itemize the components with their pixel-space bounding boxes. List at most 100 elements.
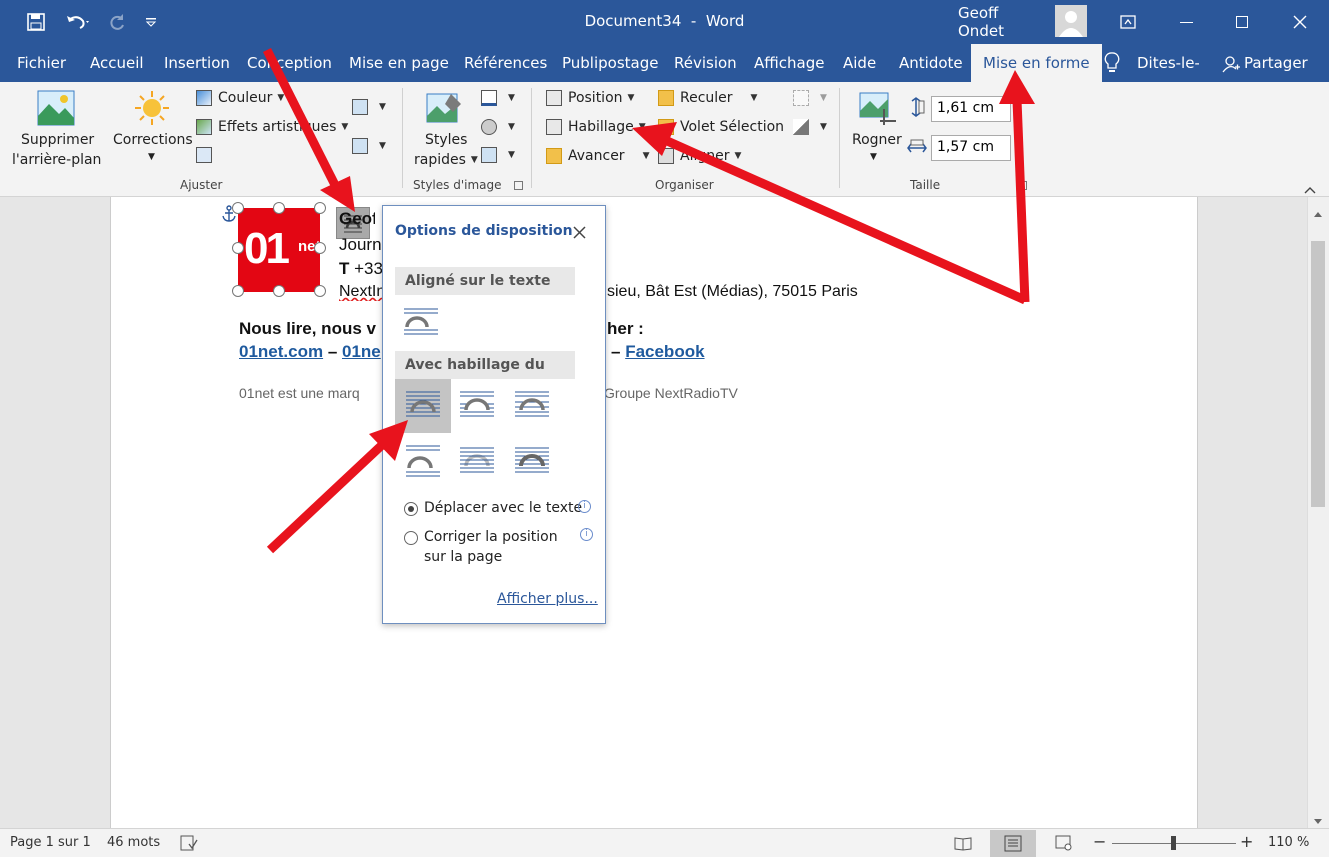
info-icon[interactable]: i: [578, 500, 591, 513]
tab-conception[interactable]: Conception: [247, 44, 332, 82]
document-page[interactable]: 01 net Geoff Journaliste T +33 NextInter…: [110, 197, 1198, 828]
section-inline: Aligné sur le texte: [395, 267, 575, 295]
rotate-button[interactable]: ▼: [793, 119, 827, 135]
tab-references[interactable]: Références: [464, 44, 547, 82]
change-picture-button[interactable]: ▼: [352, 138, 386, 154]
avatar[interactable]: [1055, 5, 1087, 37]
see-more-link[interactable]: Afficher plus...: [497, 591, 598, 607]
avancer-button[interactable]: Avancer ▼: [546, 148, 649, 164]
proofing-icon[interactable]: [180, 835, 198, 855]
picture-effects-icon: [481, 119, 497, 135]
print-layout-button[interactable]: [990, 830, 1036, 857]
web-layout-icon[interactable]: [1055, 835, 1073, 855]
scroll-up-icon[interactable]: [1313, 203, 1323, 222]
remove-background-label-2[interactable]: l'arrière-plan: [12, 152, 101, 168]
zoom-slider-thumb[interactable]: [1171, 836, 1176, 850]
size-dialog-launcher-icon[interactable]: [1018, 181, 1027, 190]
zoom-in-button[interactable]: +: [1240, 832, 1253, 851]
read-mode-icon[interactable]: [954, 835, 972, 855]
picture-effects-button[interactable]: ▼: [481, 119, 515, 135]
read-us-start: Nous lire, nous v: [239, 319, 376, 338]
quick-styles-icon[interactable]: [425, 90, 463, 132]
move-with-text-label[interactable]: Déplacer avec le texte: [424, 500, 582, 516]
fix-position-label-2[interactable]: sur la page: [424, 549, 502, 565]
resize-handle[interactable]: [232, 285, 244, 297]
tab-mise-en-forme[interactable]: Mise en forme: [971, 44, 1102, 82]
fix-position-radio[interactable]: [404, 531, 418, 545]
wrap-behind-text-option[interactable]: [459, 442, 495, 478]
close-icon[interactable]: [1284, 0, 1316, 44]
wrap-tight-option[interactable]: [459, 388, 495, 424]
tell-me-search[interactable]: Dites-le-moi: [1137, 44, 1199, 82]
wrap-square-option[interactable]: [405, 388, 441, 424]
tab-fichier[interactable]: Fichier: [17, 44, 66, 82]
couleur-button[interactable]: Couleur ▼: [196, 90, 284, 106]
zoom-level[interactable]: 110 %: [1268, 835, 1309, 850]
lightbulb-icon: [1104, 52, 1120, 78]
page-count[interactable]: Page 1 sur 1: [10, 835, 91, 850]
resize-handle[interactable]: [232, 242, 244, 254]
ribbon: Supprimer l'arrière-plan Corrections ▼ C…: [0, 82, 1329, 197]
picture-border-button[interactable]: ▼: [481, 90, 515, 106]
width-field[interactable]: 1,57 cm: [931, 135, 1011, 161]
group-objects-button[interactable]: ▼: [793, 90, 827, 106]
volet-selection-button[interactable]: Volet Sélection: [658, 119, 784, 135]
compress-pictures-button[interactable]: ▼: [352, 99, 386, 115]
tab-revision[interactable]: Révision: [674, 44, 737, 82]
resize-handle[interactable]: [314, 202, 326, 214]
tab-aide[interactable]: Aide: [843, 44, 876, 82]
wrap-inline-option[interactable]: [403, 303, 439, 339]
wrap-top-bottom-option[interactable]: [405, 442, 441, 478]
remove-background-label-1[interactable]: Supprimer: [21, 132, 94, 148]
scroll-thumb[interactable]: [1311, 241, 1325, 507]
fix-position-label-1[interactable]: Corriger la position: [424, 529, 558, 545]
info-icon[interactable]: i: [580, 528, 593, 541]
tab-mise-en-page[interactable]: Mise en page: [349, 44, 449, 82]
aligner-button[interactable]: Aligner ▼: [658, 148, 741, 164]
maximize-icon[interactable]: [1226, 0, 1258, 44]
zoom-out-button[interactable]: −: [1093, 832, 1106, 851]
vertical-scrollbar[interactable]: [1307, 197, 1329, 828]
logo-image[interactable]: 01 net: [238, 208, 321, 292]
link-facebook[interactable]: Facebook: [625, 342, 704, 361]
word-count[interactable]: 46 mots: [107, 835, 160, 850]
corrections-sun-icon[interactable]: [134, 90, 170, 130]
tab-accueil[interactable]: Accueil: [90, 44, 144, 82]
share-button[interactable]: Partager: [1244, 44, 1308, 82]
habillage-button[interactable]: Habillage ▼: [546, 119, 646, 135]
resize-handle[interactable]: [232, 202, 244, 214]
position-button[interactable]: Position ▼: [546, 90, 634, 106]
remove-background-icon[interactable]: [37, 90, 75, 126]
height-field[interactable]: 1,61 cm: [931, 96, 1011, 122]
user-name[interactable]: Geoff Ondet: [958, 0, 1048, 44]
link-01net-partial[interactable]: 01ne: [342, 342, 381, 361]
crop-button[interactable]: Rogner: [852, 132, 902, 148]
corrections-dropdown-caret[interactable]: ▼: [148, 152, 155, 162]
tab-affichage[interactable]: Affichage: [754, 44, 824, 82]
tab-insertion[interactable]: Insertion: [164, 44, 230, 82]
ribbon-display-options-icon[interactable]: [1112, 0, 1144, 44]
bring-forward-icon: [546, 148, 562, 164]
resize-handle[interactable]: [314, 242, 326, 254]
tab-antidote[interactable]: Antidote: [899, 44, 963, 82]
quick-styles-label-1[interactable]: Styles: [425, 132, 467, 148]
link-01net[interactable]: 01net.com: [239, 342, 323, 361]
wrap-through-option[interactable]: [514, 388, 550, 424]
resize-handle[interactable]: [273, 202, 285, 214]
move-with-text-radio[interactable]: [404, 502, 418, 516]
tab-publipostage[interactable]: Publipostage: [562, 44, 658, 82]
minimize-icon[interactable]: [1170, 0, 1202, 44]
reset-picture-button[interactable]: [196, 147, 218, 163]
resize-handle[interactable]: [273, 285, 285, 297]
crop-icon[interactable]: [858, 91, 896, 131]
popup-close-icon[interactable]: [573, 224, 586, 243]
wrap-in-front-option[interactable]: [514, 442, 550, 478]
effets-artistiques-button[interactable]: Effets artistiques ▼: [196, 119, 348, 135]
crop-dropdown-caret[interactable]: ▼: [870, 152, 877, 162]
picture-layout-button[interactable]: ▼: [481, 147, 515, 163]
reculer-button[interactable]: Reculer ▼: [658, 90, 757, 106]
styles-dialog-launcher-icon[interactable]: [514, 181, 523, 190]
resize-handle[interactable]: [314, 285, 326, 297]
quick-styles-label-2[interactable]: rapides ▼: [414, 152, 478, 168]
corrections-button[interactable]: Corrections: [113, 132, 193, 148]
